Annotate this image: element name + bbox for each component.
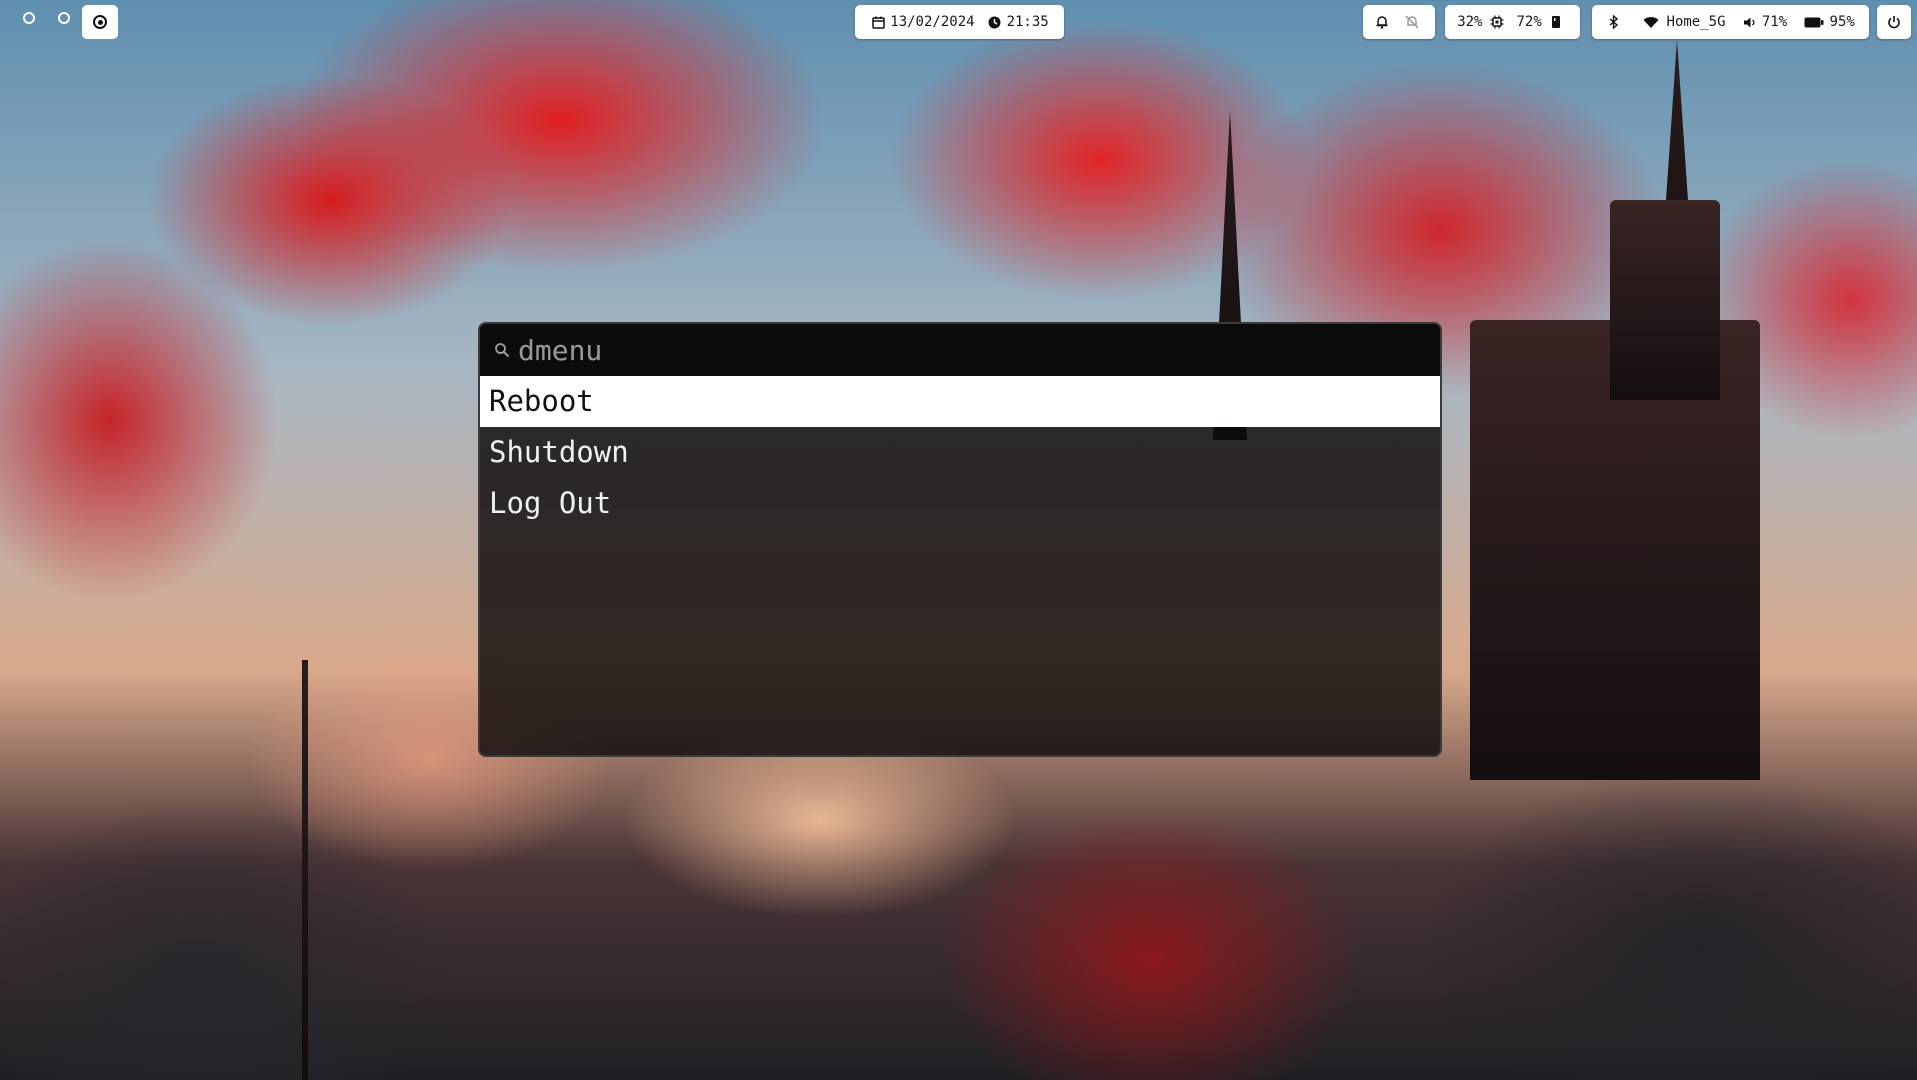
workspace-3-indicator[interactable] <box>82 5 118 39</box>
notification-icon[interactable] <box>1374 14 1390 30</box>
volume-icon <box>1742 14 1758 30</box>
battery-icon <box>1804 14 1824 30</box>
volume-item[interactable]: 71% <box>1742 14 1787 30</box>
status-widget[interactable]: Home_5G 71% 95% <box>1592 5 1869 39</box>
clock-widget[interactable]: 13/02/2024 21:35 <box>855 5 1064 39</box>
system-widget[interactable]: 32% 72% <box>1445 5 1580 39</box>
search-bar <box>480 324 1440 376</box>
cpu-icon <box>1489 14 1505 30</box>
date-text: 13/02/2024 <box>890 14 975 30</box>
calendar-icon <box>870 14 886 30</box>
battery-text: 95% <box>1829 14 1855 30</box>
time-text: 21:35 <box>1006 14 1049 30</box>
active-workspace-icon <box>93 15 107 29</box>
dmenu-launcher: Reboot Shutdown Log Out <box>478 322 1442 757</box>
volume-text: 71% <box>1761 14 1788 30</box>
workspace-2-indicator[interactable] <box>58 12 70 24</box>
search-icon <box>494 342 510 358</box>
memory-icon <box>1548 14 1564 30</box>
cpu-text: 32% <box>1457 14 1483 30</box>
menu-entry-log-out[interactable]: Log Out <box>480 478 1440 529</box>
menu-entry-shutdown[interactable]: Shutdown <box>480 427 1440 478</box>
workspace-1-indicator[interactable] <box>23 12 35 24</box>
network-item[interactable]: Home_5G <box>1643 14 1726 30</box>
wifi-icon <box>1643 14 1659 30</box>
bluetooth-icon[interactable] <box>1606 14 1622 30</box>
battery-item[interactable]: 95% <box>1804 14 1855 30</box>
memory-text: 72% <box>1516 14 1542 30</box>
clock-icon <box>987 14 1003 30</box>
menu-entry-reboot[interactable]: Reboot <box>480 376 1440 427</box>
search-input[interactable] <box>516 332 1400 368</box>
do-not-disturb-icon[interactable] <box>1404 14 1420 30</box>
tray-widget <box>1363 5 1435 39</box>
power-icon <box>1886 14 1902 30</box>
network-name: Home_5G <box>1666 14 1726 30</box>
power-button[interactable] <box>1877 5 1911 39</box>
